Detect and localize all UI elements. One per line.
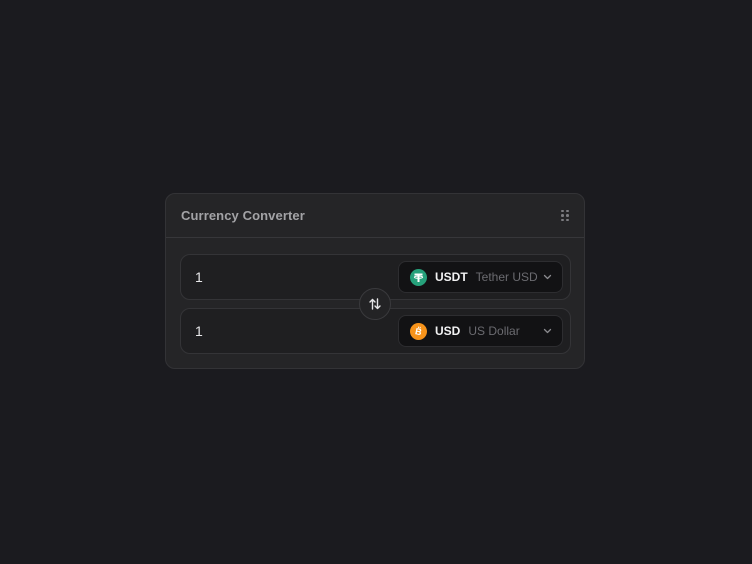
from-currency-name: Tether USD xyxy=(475,270,538,284)
to-currency-select[interactable]: B USD US Dollar xyxy=(398,315,563,347)
currency-converter-card: Currency Converter USDT Tether USD xyxy=(165,193,585,369)
from-currency-select[interactable]: USDT Tether USD xyxy=(398,261,563,293)
swap-button[interactable] xyxy=(359,288,391,320)
from-amount-input[interactable] xyxy=(195,255,375,299)
to-currency-name: US Dollar xyxy=(468,324,520,338)
to-currency-code: USD xyxy=(435,324,461,338)
chevron-down-icon xyxy=(543,328,552,334)
bitcoin-icon: B xyxy=(410,322,427,340)
card-title: Currency Converter xyxy=(181,208,305,223)
card-header: Currency Converter xyxy=(166,194,584,238)
drag-handle-icon[interactable] xyxy=(560,209,570,222)
swap-arrows-icon xyxy=(368,297,382,311)
tether-icon xyxy=(410,268,427,286)
chevron-down-icon xyxy=(543,274,552,280)
to-amount-input[interactable] xyxy=(195,309,375,353)
from-currency-code: USDT xyxy=(435,270,468,284)
